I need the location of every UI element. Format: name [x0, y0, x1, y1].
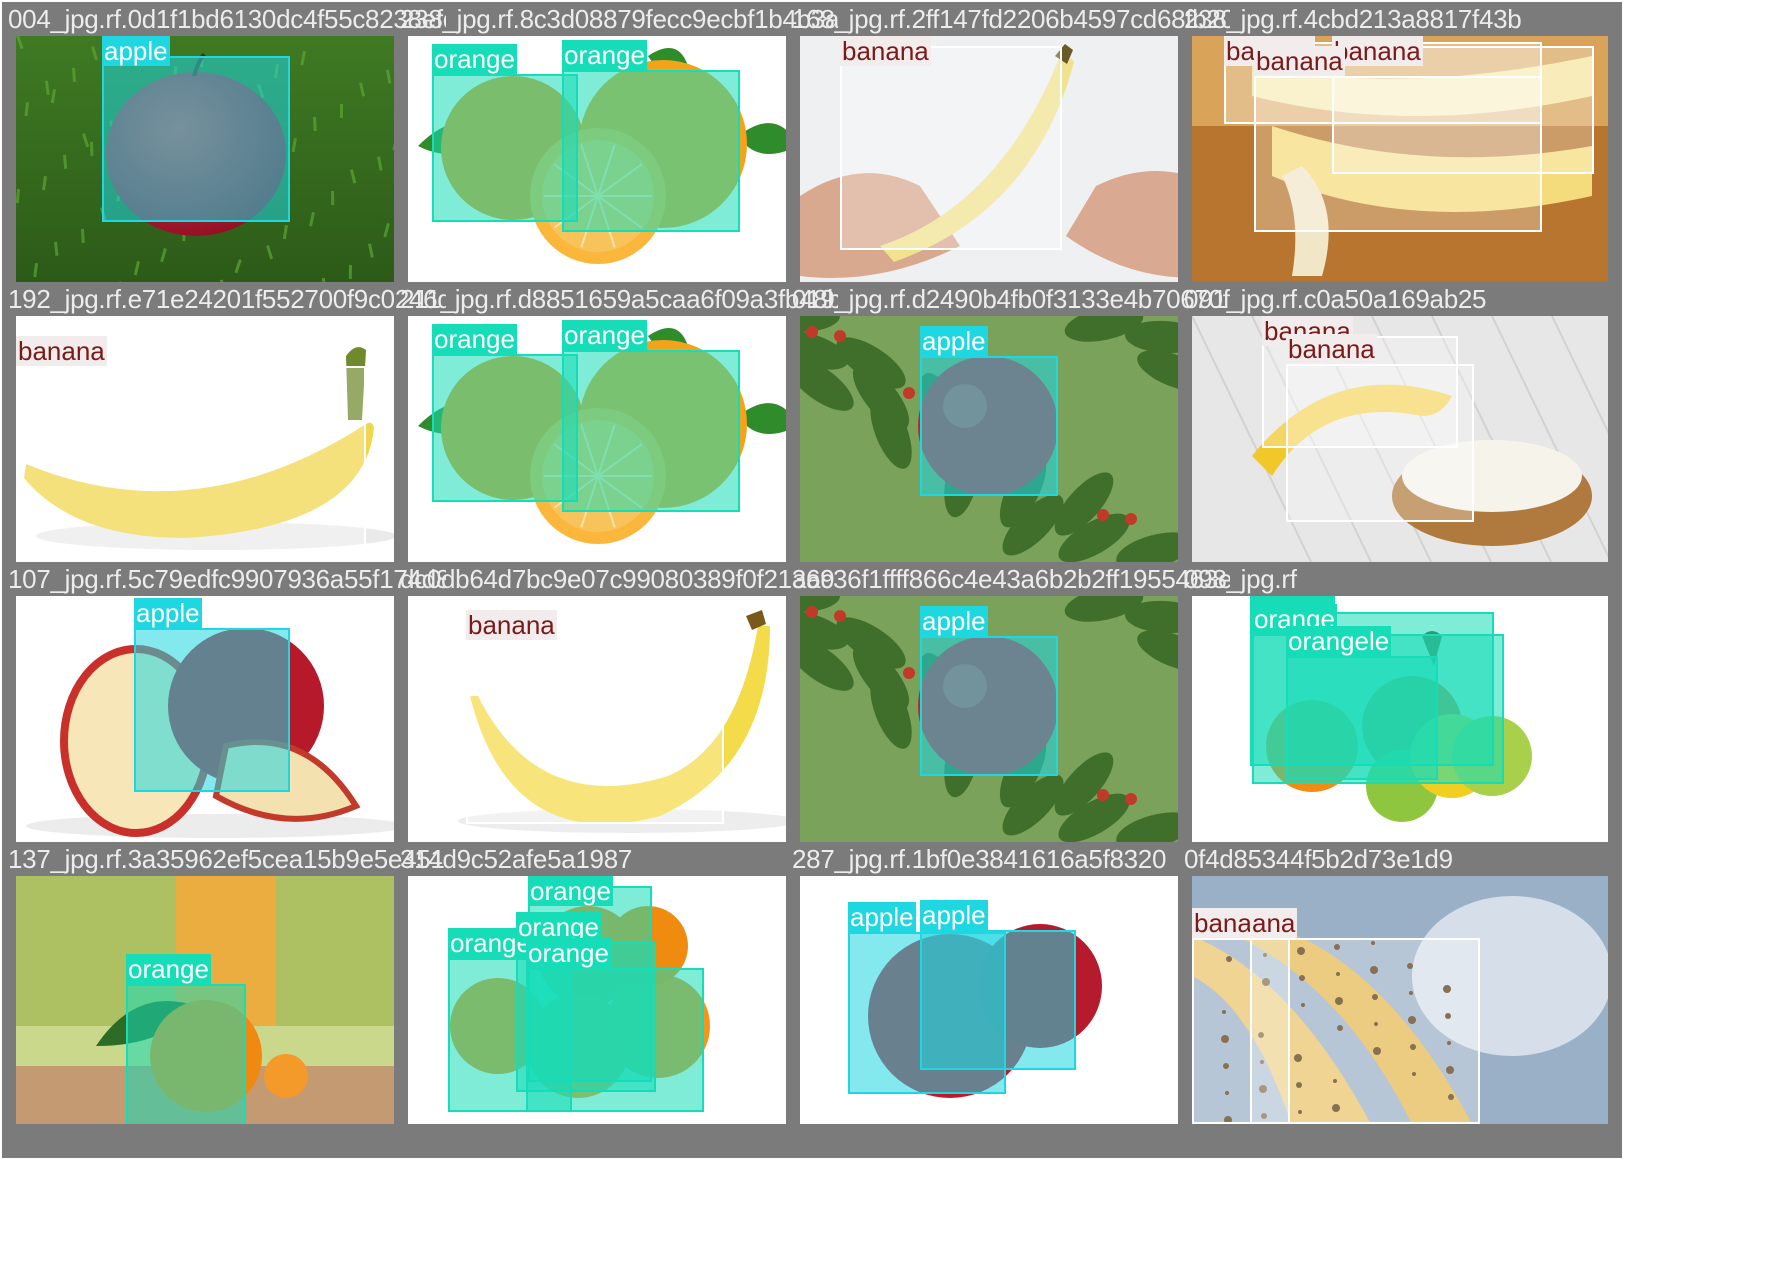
tile-filename: 287_jpg.rf.1bf0e3841616a5f8320 [792, 844, 1167, 874]
mosaic-tile: 211_jpg.rf.d8851659a5caa6f09a3fb48bdbef2… [394, 282, 838, 598]
detection-label-apple: apple [134, 598, 202, 628]
fruit-photo: apple [16, 36, 432, 284]
tile-filename: dc0db64d7bc9e07c99080389f0f21369 [400, 564, 835, 594]
fruit-photo: apple apple [800, 876, 1216, 1124]
mosaic-tile: 019_jpg.rf.d2490b4fb0f3133e4b70670f appl… [786, 282, 1230, 598]
mosaic-tile: 0f4d85344f5b2d73e1d9 banana ana [1178, 842, 1622, 1158]
fruit-photo: apple [800, 316, 1216, 564]
detection-box-orange [526, 968, 704, 1112]
detection-label-orange: orange [526, 938, 611, 968]
detection-label-banana: banana [1286, 334, 1377, 364]
mosaic-tile: 238_jpg.rf.8c3d08879fecc9ecbf1b4b3a5f17d… [394, 2, 838, 318]
detection-box-banana [466, 640, 724, 824]
mosaic-tile: 098_jpg.rf orangeorangeorangele [1178, 562, 1622, 878]
detection-label-orange: orange [432, 44, 517, 74]
tile-filename: 314d9c52afe5a1987 [400, 844, 633, 874]
mosaic-tile: 168_jpg.rf.2ff147fd2206b4597cd68fb208 ba… [786, 2, 1230, 318]
fruit-photo: orange orange orange orange [408, 876, 824, 1124]
mosaic-tile: aac36f1ffff866c4e43a6b2b2ff1955463eaab01… [786, 562, 1230, 878]
detection-label-apple: apple [920, 606, 988, 636]
mosaic-tile: 004_jpg.rf.0d1f1bd6130dc4f55c8238efd5f86… [2, 2, 446, 318]
detection-label-orange: orange [528, 876, 613, 906]
detection-label-apple: apple [920, 900, 988, 930]
fruit-photo: banana [16, 316, 432, 564]
detection-box-banana [1250, 938, 1480, 1124]
detection-label-apple: apple [920, 326, 988, 356]
detection-box-orange [432, 74, 578, 222]
detection-box-apple [920, 356, 1058, 496]
detection-label-apple: apple [102, 36, 170, 66]
detection-box-orange [432, 354, 578, 502]
tile-filename: 091_jpg.rf.c0a50a169ab25 [1184, 284, 1487, 314]
detection-box-banana [16, 366, 366, 558]
detection-label-banana: banana [1254, 46, 1345, 76]
detection-label-apple: apple [848, 902, 916, 932]
detection-label-banana: banana [466, 610, 557, 640]
mosaic-tile: dc0db64d7bc9e07c99080389f0f21369 banana [394, 562, 838, 878]
fruit-photo: apple [800, 596, 1216, 844]
detection-box-banana [1254, 76, 1542, 232]
fruit-photo: apple [16, 596, 432, 844]
detection-label-banana: banana [16, 336, 107, 366]
fruit-photo: orange [16, 876, 432, 1124]
detection-box-apple [920, 930, 1076, 1070]
fruit-photo: orange orange [408, 36, 824, 284]
detection-box-orange [562, 350, 740, 512]
detection-label-banana: banana [1332, 36, 1423, 66]
detection-box-apple [134, 628, 290, 792]
fruit-photo: banana [408, 596, 824, 844]
mosaic-tile: 287_jpg.rf.1bf0e3841616a5f8320 apple appl… [786, 842, 1230, 1158]
detection-label-banana: banana [840, 36, 931, 66]
mosaic-tile: 192_jpg.rf.e71e24201f552700f9c0246d8c3 b… [2, 282, 446, 598]
fruit-photo: bananabananabanana [1192, 36, 1608, 284]
tile-filename: 137_jpg.rf.3a35962ef5cea15b9e5e451 [8, 844, 445, 874]
detection-label-orange: orange [126, 954, 211, 984]
detection-box-apple [102, 56, 290, 222]
mosaic-tile: 314d9c52afe5a1987 orange orange orange oran… [394, 842, 838, 1158]
tile-filename: 0f4d85344f5b2d73e1d9 [1184, 844, 1453, 874]
fruit-photo: orangeorangeorangele [1192, 596, 1608, 844]
mosaic-tile: 107_jpg.rf.5c79edfc9907936a55f174d8fe ap… [2, 562, 446, 878]
detection-mosaic: 004_jpg.rf.0d1f1bd6130dc4f55c8238efd5f86… [0, 0, 1792, 1280]
detection-label-banana: ana [1250, 908, 1298, 938]
tile-filename: 004_jpg.rf.0d1f1bd6130dc4f55c8238efd5f86… [8, 4, 446, 34]
detection-box-banana [1286, 364, 1474, 522]
fruit-photo: banana banana [1192, 316, 1608, 564]
mosaic-tile: 091_jpg.rf.c0a50a169ab25 banana banana [1178, 282, 1622, 598]
detection-box-orange [126, 984, 246, 1124]
detection-label-orange: orange [562, 320, 647, 350]
tile-filename: 098_jpg.rf [1184, 564, 1297, 594]
detection-box-apple [920, 636, 1058, 776]
tile-filename: 238_jpg.rf.4cbd213a8817f43b [1184, 4, 1522, 34]
tile-filename: 192_jpg.rf.e71e24201f552700f9c0246d8c3 [8, 284, 446, 314]
detection-label-orange: orange [562, 40, 647, 70]
tile-filename: 107_jpg.rf.5c79edfc9907936a55f174d8fe [8, 564, 446, 594]
detection-label-orange: orange [432, 324, 517, 354]
detection-box-banana [840, 46, 1062, 250]
detection-label-orange: orangele [1286, 626, 1392, 656]
tile-filename: 238_jpg.rf.8c3d08879fecc9ecbf1b4b3a5f17d… [400, 4, 838, 34]
mosaic-tile: 137_jpg.rf.3a35962ef5cea15b9e5e451 orang… [2, 842, 446, 1158]
tile-filename: 019_jpg.rf.d2490b4fb0f3133e4b70670f [792, 284, 1230, 314]
detection-box-orange [1286, 656, 1438, 780]
mosaic-tile: 238_jpg.rf.4cbd213a8817f43b banana banana… [1178, 2, 1622, 318]
tile-filename: 168_jpg.rf.2ff147fd2206b4597cd68fb208 [792, 4, 1230, 34]
tile-filename: 211_jpg.rf.d8851659a5caa6f09a3fb48bdbef2 [400, 284, 838, 314]
tile-filename: aac36f1ffff866c4e43a6b2b2ff1955463eaab01… [792, 564, 1230, 594]
fruit-photo: banana ana [1192, 876, 1608, 1124]
fruit-photo: banana [800, 36, 1216, 284]
fruit-photo: orange orange [408, 316, 824, 564]
detection-box-orange [562, 70, 740, 232]
